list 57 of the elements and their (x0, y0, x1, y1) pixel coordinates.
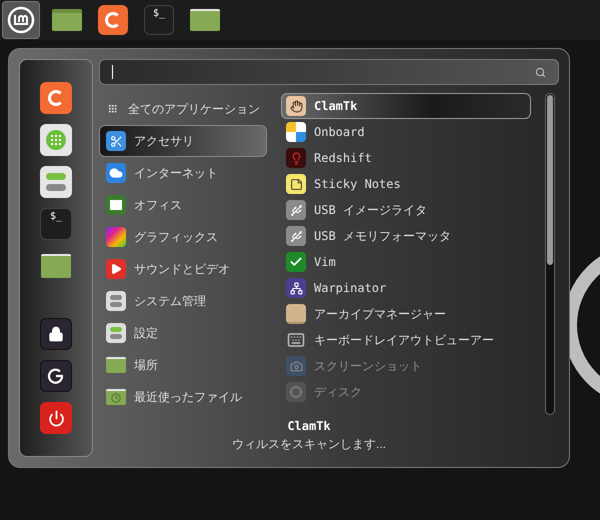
box-icon (286, 304, 306, 324)
folder-clock-icon (106, 389, 126, 405)
app-item[interactable]: ClamTk (281, 93, 531, 119)
browser-icon (98, 5, 128, 35)
lock-icon (40, 318, 72, 350)
text-cursor (112, 65, 113, 79)
folder-icon (41, 254, 71, 278)
browser-icon (40, 82, 72, 114)
category-item[interactable]: アクセサリ (99, 125, 267, 157)
camera-icon (286, 356, 306, 376)
toggle-icon (106, 291, 126, 311)
category-item[interactable]: システム管理 (99, 285, 267, 317)
squares-icon (286, 122, 306, 142)
document-icon (106, 195, 126, 215)
logo-icon (7, 6, 35, 34)
toggle-icon (106, 323, 126, 343)
color-palette-icon (106, 227, 126, 247)
scrollbar[interactable] (545, 93, 555, 415)
play-icon (106, 259, 126, 279)
search-field[interactable] (99, 59, 559, 85)
app-item[interactable]: Warpinator (281, 275, 531, 301)
category-item[interactable]: 最近使ったファイル (99, 381, 267, 413)
app-item[interactable]: Vim (281, 249, 531, 275)
toggle-icon (40, 166, 72, 198)
logout-icon (40, 360, 72, 392)
power-icon (40, 402, 72, 434)
panel-launcher[interactable] (2, 1, 40, 39)
app-item[interactable]: キーボードレイアウトビューアー (281, 327, 531, 353)
cloud-icon (106, 163, 126, 183)
sticky-note-icon (286, 174, 306, 194)
network-icon (286, 278, 306, 298)
category-item[interactable]: 全てのアプリケーション (99, 93, 267, 125)
category-item[interactable]: グラフィックス (99, 221, 267, 253)
app-item[interactable]: Sticky Notes (281, 171, 531, 197)
lightbulb-icon (286, 148, 306, 168)
category-item[interactable]: 場所 (99, 349, 267, 381)
category-item[interactable]: オフィス (99, 189, 267, 221)
app-item[interactable]: Onboard (281, 119, 531, 145)
checkmark-icon (286, 252, 306, 272)
category-item[interactable]: 設定 (99, 317, 267, 349)
app-item[interactable]: USB イメージライタ (281, 197, 531, 223)
scissors-icon (106, 131, 126, 151)
usb-icon (286, 226, 306, 246)
usb-icon (286, 200, 306, 220)
search-icon (535, 66, 546, 78)
apps-grid-icon (40, 124, 72, 156)
folder-icon (106, 357, 126, 373)
category-item[interactable]: インターネット (99, 157, 267, 189)
app-title: ClamTk (287, 418, 331, 435)
app-item[interactable]: アーカイブマネージャー (281, 301, 531, 327)
window-icon (52, 9, 82, 31)
hand-icon (286, 96, 306, 116)
app-item[interactable]: Redshift (281, 145, 531, 171)
app-item[interactable]: USB メモリフォーマッタ (281, 223, 531, 249)
app-description: ウィルスをスキャンします... (232, 436, 386, 453)
category-item[interactable]: サウンドとビデオ (99, 253, 267, 285)
folder-icon (190, 9, 220, 31)
